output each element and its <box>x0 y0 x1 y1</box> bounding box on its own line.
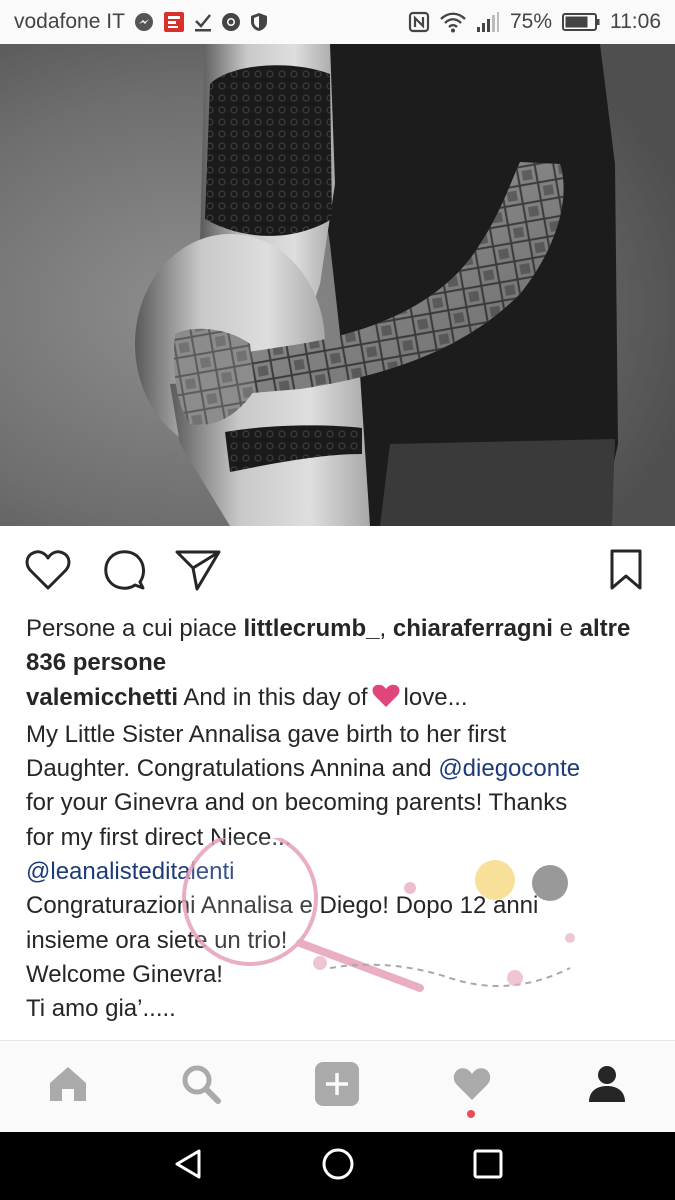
caption-line-8: insieme ora siete un trio! <box>26 926 288 954</box>
battery-percent: 75% <box>509 10 552 33</box>
battery-icon <box>562 12 600 32</box>
caption-text-2: love... <box>403 683 468 711</box>
add-post-icon <box>314 1061 360 1112</box>
system-home-button[interactable] <box>316 1146 360 1186</box>
likes-prefix: Persone a cui piace <box>26 615 244 642</box>
signal-icon <box>476 11 500 33</box>
caption-line-4: for your Ginevra and on becoming parents… <box>26 789 568 817</box>
system-recents-button[interactable] <box>466 1146 510 1186</box>
download-done-icon <box>194 12 212 32</box>
system-back-button[interactable] <box>166 1146 210 1186</box>
wifi-icon <box>440 11 466 33</box>
caption-line-5: for my first direct Niece... <box>26 823 292 851</box>
activity-heart-icon <box>452 1066 492 1107</box>
likes-others-label[interactable]: altre <box>580 615 631 642</box>
share-button[interactable] <box>174 548 222 596</box>
system-navigation-bar <box>0 1132 675 1200</box>
likes-separator: , <box>379 615 393 642</box>
caption-line-1: valemicchetti And in this day of love... <box>26 681 656 718</box>
status-bar: vodafone IT 75% 11:06 <box>0 0 675 44</box>
share-icon <box>175 549 221 596</box>
caption-username[interactable]: valemicchetti <box>26 684 178 711</box>
caption-line-7: Congraturazioni Annalisa e Diego! Dopo 1… <box>26 892 539 920</box>
search-icon <box>181 1064 221 1109</box>
home-icon <box>48 1065 88 1108</box>
clock: 11:06 <box>610 10 661 33</box>
caption-line-9: Welcome Ginevra! <box>26 960 223 988</box>
nav-profile-button[interactable] <box>583 1062 631 1110</box>
shield-icon <box>250 12 268 32</box>
profile-icon <box>587 1064 627 1109</box>
nav-add-post-button[interactable] <box>313 1061 361 1112</box>
home-circle-icon <box>321 1147 355 1186</box>
nfc-icon <box>408 11 430 33</box>
bookmark-icon <box>609 549 643 596</box>
liker-link-1[interactable]: littlecrumb_ <box>243 615 379 642</box>
nav-home-button[interactable] <box>44 1062 92 1110</box>
mention-link-1[interactable]: @diegoconte <box>438 755 580 782</box>
likes-others-count[interactable]: 836 persone <box>26 649 166 676</box>
chrome-icon <box>221 12 241 32</box>
save-button[interactable] <box>602 548 650 596</box>
likes-summary: Persone a cui piace littlecrumb_, chiara… <box>26 612 656 681</box>
caption-text-1: And in this day of <box>178 683 368 711</box>
comment-icon <box>102 548 146 597</box>
mention-link-2[interactable]: @leanalisteditalenti <box>26 858 235 885</box>
back-icon <box>173 1148 203 1185</box>
caption-line-3: Daughter. Congratulations Annina and @di… <box>26 752 656 786</box>
caption-line-6: @leanalisteditalenti <box>26 855 656 889</box>
post-actions <box>0 526 675 614</box>
likes-conjunction: e <box>552 615 580 642</box>
post-caption: Persone a cui piace littlecrumb_, chiara… <box>26 612 656 1027</box>
like-button[interactable] <box>24 548 72 596</box>
liker-link-2[interactable]: chiaraferragni <box>393 615 553 642</box>
app-notification-icon <box>163 11 185 33</box>
comment-button[interactable] <box>100 548 148 596</box>
activity-notification-dot <box>467 1110 475 1118</box>
caption-line-10: Ti amo gia’..... <box>26 995 176 1023</box>
heart-emoji-icon <box>372 684 400 718</box>
recents-icon <box>473 1149 503 1184</box>
caption-line-2: My Little Sister Annalisa gave birth to … <box>26 720 507 748</box>
carrier-label: vodafone IT <box>14 10 125 33</box>
messenger-icon <box>134 12 154 32</box>
caption-line-3-text: Daughter. Congratulations Annina and <box>26 755 439 783</box>
nav-search-button[interactable] <box>177 1062 225 1110</box>
post-photo[interactable] <box>0 44 675 526</box>
nav-activity-button[interactable] <box>448 1062 496 1110</box>
heart-icon <box>25 549 71 596</box>
